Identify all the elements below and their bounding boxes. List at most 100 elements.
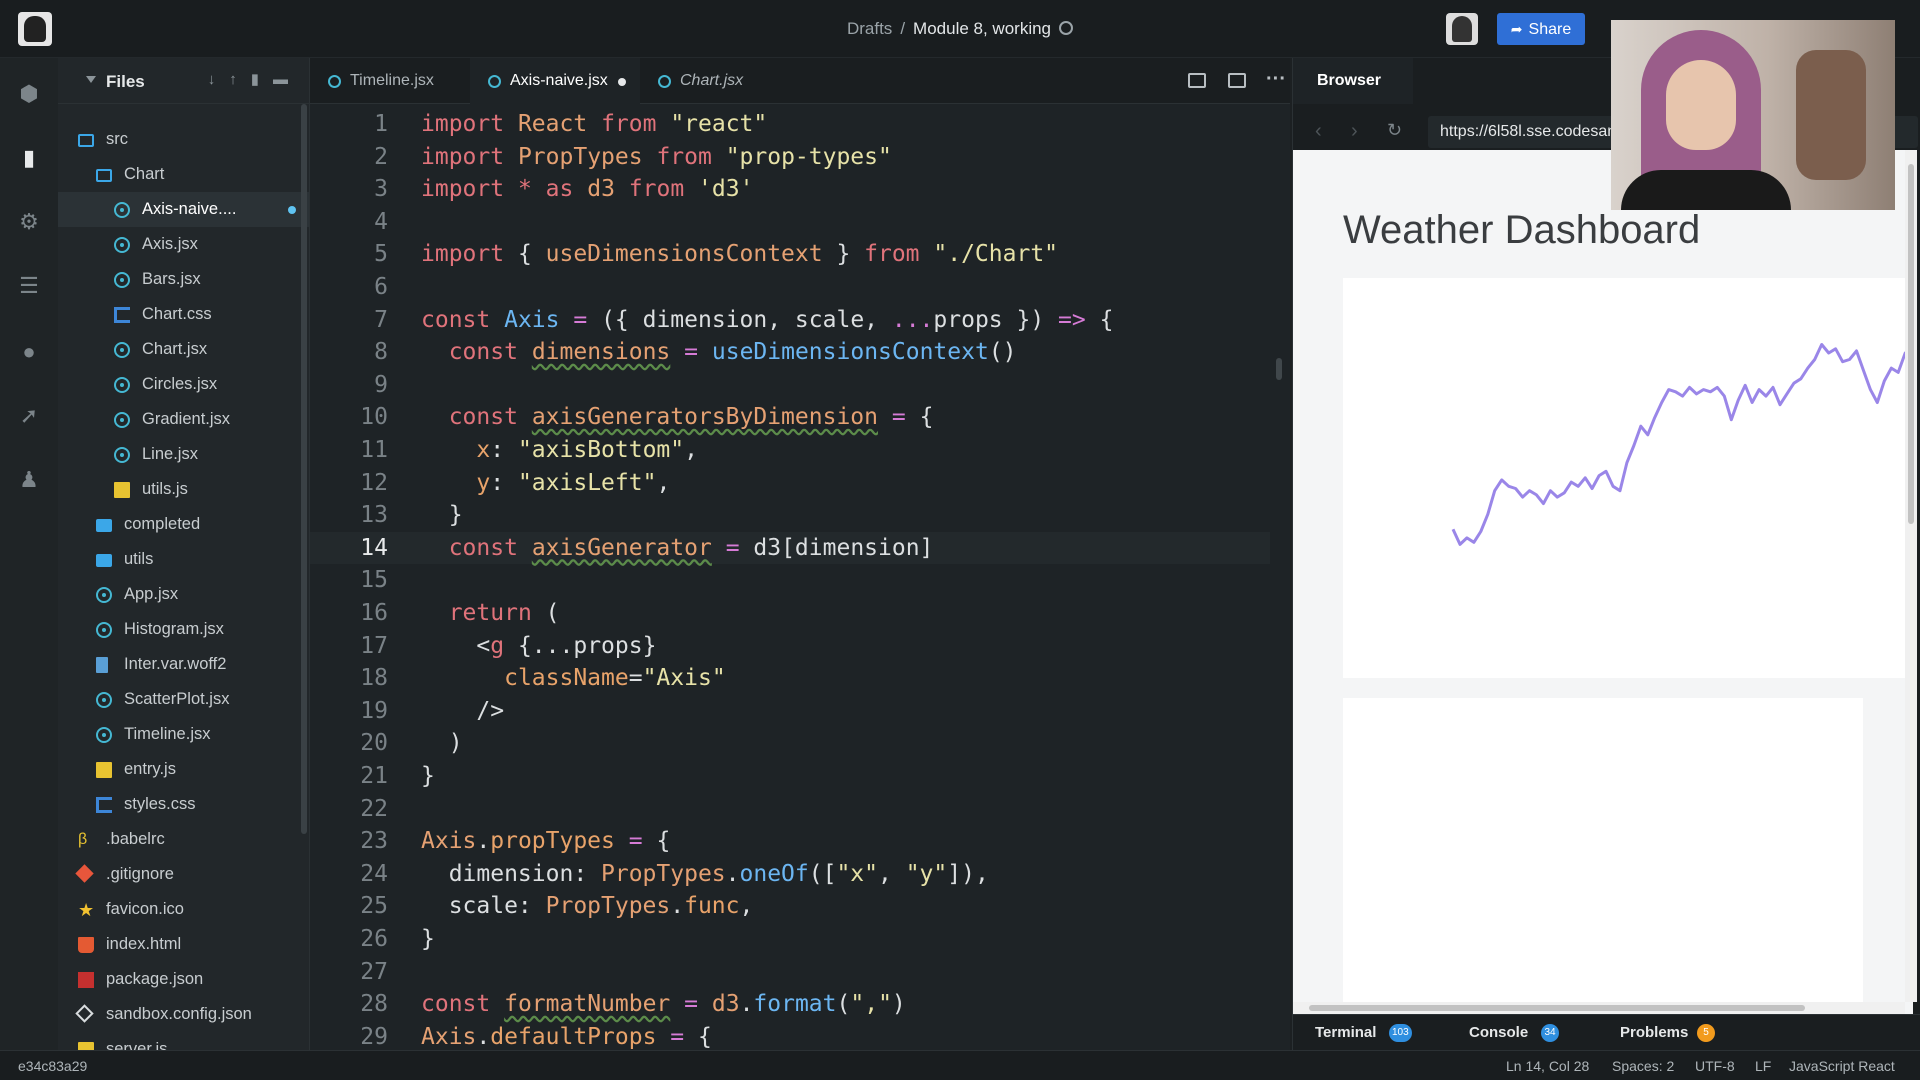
tree-item[interactable]: styles.css bbox=[58, 787, 309, 822]
collapse-caret-icon[interactable] bbox=[86, 76, 96, 83]
file-encoding[interactable]: UTF-8 bbox=[1695, 1058, 1735, 1074]
tab-timeline[interactable]: Timeline.jsx bbox=[310, 58, 470, 104]
split-view-icon[interactable] bbox=[1188, 73, 1206, 88]
tree-item[interactable]: src bbox=[58, 122, 309, 157]
code-line[interactable]: 29 Axis.defaultProps = { bbox=[310, 1021, 1270, 1053]
code-line[interactable]: 28 const formatNumber = d3.format(",") bbox=[310, 988, 1270, 1020]
code-line[interactable]: 2 import PropTypes from "prop-types" bbox=[310, 141, 1270, 173]
breadcrumb-current[interactable]: Module 8, working bbox=[913, 19, 1051, 38]
folder-open-icon bbox=[78, 134, 94, 147]
tree-item[interactable]: Histogram.jsx bbox=[58, 612, 309, 647]
tab-axis-naive[interactable]: Axis-naive.jsx bbox=[470, 58, 640, 104]
avatar[interactable] bbox=[1446, 13, 1478, 45]
refresh-icon[interactable]: ↻ bbox=[1387, 120, 1402, 141]
back-arrow-icon[interactable]: ‹ bbox=[1315, 120, 1322, 143]
code-line[interactable]: 1 import React from "react" bbox=[310, 108, 1270, 140]
tree-item[interactable]: index.html bbox=[58, 927, 309, 962]
users-icon[interactable]: ♟ bbox=[17, 468, 41, 492]
tree-item[interactable]: entry.js bbox=[58, 752, 309, 787]
editor-scrollbar[interactable] bbox=[1276, 358, 1282, 380]
code-line[interactable]: 7 const Axis = ({ dimension, scale, ...pr… bbox=[310, 304, 1270, 336]
code-line[interactable]: 6 bbox=[310, 271, 1270, 303]
tree-item[interactable]: package.json bbox=[58, 962, 309, 997]
code-line[interactable]: 9 bbox=[310, 369, 1270, 401]
code-area[interactable]: 1 import React from "react" 2 import PropTy… bbox=[310, 104, 1270, 1050]
scroll-thumb[interactable] bbox=[1309, 1005, 1805, 1011]
code-line[interactable]: 16 return ( bbox=[310, 597, 1270, 629]
rocket-icon[interactable]: ➚ bbox=[17, 404, 41, 428]
github-icon[interactable]: ● bbox=[17, 340, 41, 364]
tree-item[interactable]: Chart.css bbox=[58, 297, 309, 332]
tree-item[interactable]: Bars.jsx bbox=[58, 262, 309, 297]
code-line[interactable]: 14 const axisGenerator = d3[dimension] bbox=[310, 531, 1270, 564]
code-line[interactable]: 24 dimension: PropTypes.oneOf(["x", "y"]… bbox=[310, 858, 1270, 890]
tree-item[interactable]: ★ favicon.ico bbox=[58, 892, 309, 927]
scroll-thumb[interactable] bbox=[1908, 164, 1914, 524]
viewport-horizontal-scrollbar[interactable] bbox=[1293, 1002, 1905, 1014]
more-options-icon[interactable]: ··· bbox=[1266, 68, 1286, 91]
code-line[interactable]: 18 className="Axis" bbox=[310, 662, 1270, 694]
upload-icon[interactable]: ↑ bbox=[229, 71, 251, 88]
preview-icon[interactable] bbox=[1228, 73, 1246, 88]
code-line[interactable]: 13 } bbox=[310, 499, 1270, 531]
tree-item[interactable]: Line.jsx bbox=[58, 437, 309, 472]
tree-item[interactable]: ScatterPlot.jsx bbox=[58, 682, 309, 717]
code-line[interactable]: 10 const axisGeneratorsByDimension = { bbox=[310, 401, 1270, 433]
tab-problems[interactable]: Problems bbox=[1620, 1024, 1688, 1041]
language-mode[interactable]: JavaScript React bbox=[1789, 1058, 1895, 1074]
new-file-icon[interactable]: ▮ bbox=[251, 71, 273, 88]
cube-icon[interactable]: ⬢ bbox=[17, 82, 41, 106]
cursor-position[interactable]: Ln 14, Col 28 bbox=[1506, 1058, 1589, 1074]
tab-chart[interactable]: Chart.jsx bbox=[640, 58, 775, 104]
tree-item[interactable]: Axis-naive.... bbox=[58, 192, 309, 227]
code-line[interactable]: 21} bbox=[310, 760, 1270, 792]
tree-item[interactable]: completed bbox=[58, 507, 309, 542]
code-line[interactable]: 17 <g {...props} bbox=[310, 630, 1270, 662]
code-line[interactable]: 3 import * as d3 from 'd3' bbox=[310, 173, 1270, 205]
code-line[interactable]: 4 bbox=[310, 206, 1270, 238]
tree-item[interactable]: utils.js bbox=[58, 472, 309, 507]
file-icon[interactable]: ▮ bbox=[17, 146, 41, 170]
code-line[interactable]: 27 bbox=[310, 956, 1270, 988]
tree-item[interactable]: App.jsx bbox=[58, 577, 309, 612]
code-line[interactable]: 8 const dimensions = useDimensionsContex… bbox=[310, 336, 1270, 368]
tab-terminal[interactable]: Terminal bbox=[1315, 1024, 1376, 1041]
tab-console[interactable]: Console bbox=[1469, 1024, 1528, 1041]
tree-item[interactable]: Circles.jsx bbox=[58, 367, 309, 402]
explorer-scrollbar[interactable] bbox=[301, 104, 307, 834]
code-line[interactable]: 20 ) bbox=[310, 727, 1270, 759]
tree-item-label: Histogram.jsx bbox=[124, 620, 224, 638]
share-button[interactable]: ➦ Share bbox=[1497, 13, 1585, 45]
file-icon bbox=[96, 657, 108, 673]
download-icon[interactable]: ↓ bbox=[208, 71, 230, 88]
tree-item[interactable]: sandbox.config.json bbox=[58, 997, 309, 1032]
tree-item[interactable]: β .babelrc bbox=[58, 822, 309, 857]
code-line[interactable]: 15 bbox=[310, 564, 1270, 596]
code-line[interactable]: 12 y: "axisLeft", bbox=[310, 467, 1270, 499]
viewport-vertical-scrollbar[interactable] bbox=[1905, 150, 1917, 1002]
code-line[interactable]: 25 scale: PropTypes.func, bbox=[310, 890, 1270, 922]
code-line[interactable]: 22 bbox=[310, 793, 1270, 825]
tree-item[interactable]: Axis.jsx bbox=[58, 227, 309, 262]
server-icon[interactable]: ☰ bbox=[17, 274, 41, 298]
tree-item[interactable]: Timeline.jsx bbox=[58, 717, 309, 752]
code-line[interactable]: 26} bbox=[310, 923, 1270, 955]
forward-arrow-icon[interactable]: › bbox=[1351, 120, 1358, 143]
code-line[interactable]: 11 x: "axisBottom", bbox=[310, 434, 1270, 466]
tree-item[interactable]: server.js bbox=[58, 1032, 309, 1050]
tree-item[interactable]: Chart.jsx bbox=[58, 332, 309, 367]
code-line[interactable]: 5 import { useDimensionsContext } from ".… bbox=[310, 238, 1270, 270]
breadcrumb-parent[interactable]: Drafts bbox=[847, 19, 892, 38]
indent-spaces[interactable]: Spaces: 2 bbox=[1612, 1058, 1674, 1074]
tree-item[interactable]: Inter.var.woff2 bbox=[58, 647, 309, 682]
code-line[interactable]: 19 /> bbox=[310, 695, 1270, 727]
tree-item[interactable]: Chart bbox=[58, 157, 309, 192]
tree-item[interactable]: .gitignore bbox=[58, 857, 309, 892]
tree-item[interactable]: utils bbox=[58, 542, 309, 577]
code-line[interactable]: 23 Axis.propTypes = { bbox=[310, 825, 1270, 857]
browser-tab[interactable]: Browser bbox=[1293, 58, 1413, 104]
gear-icon[interactable]: ⚙ bbox=[17, 210, 41, 234]
new-folder-icon[interactable]: ▬ bbox=[273, 71, 302, 88]
line-ending[interactable]: LF bbox=[1755, 1058, 1771, 1074]
tree-item[interactable]: Gradient.jsx bbox=[58, 402, 309, 437]
